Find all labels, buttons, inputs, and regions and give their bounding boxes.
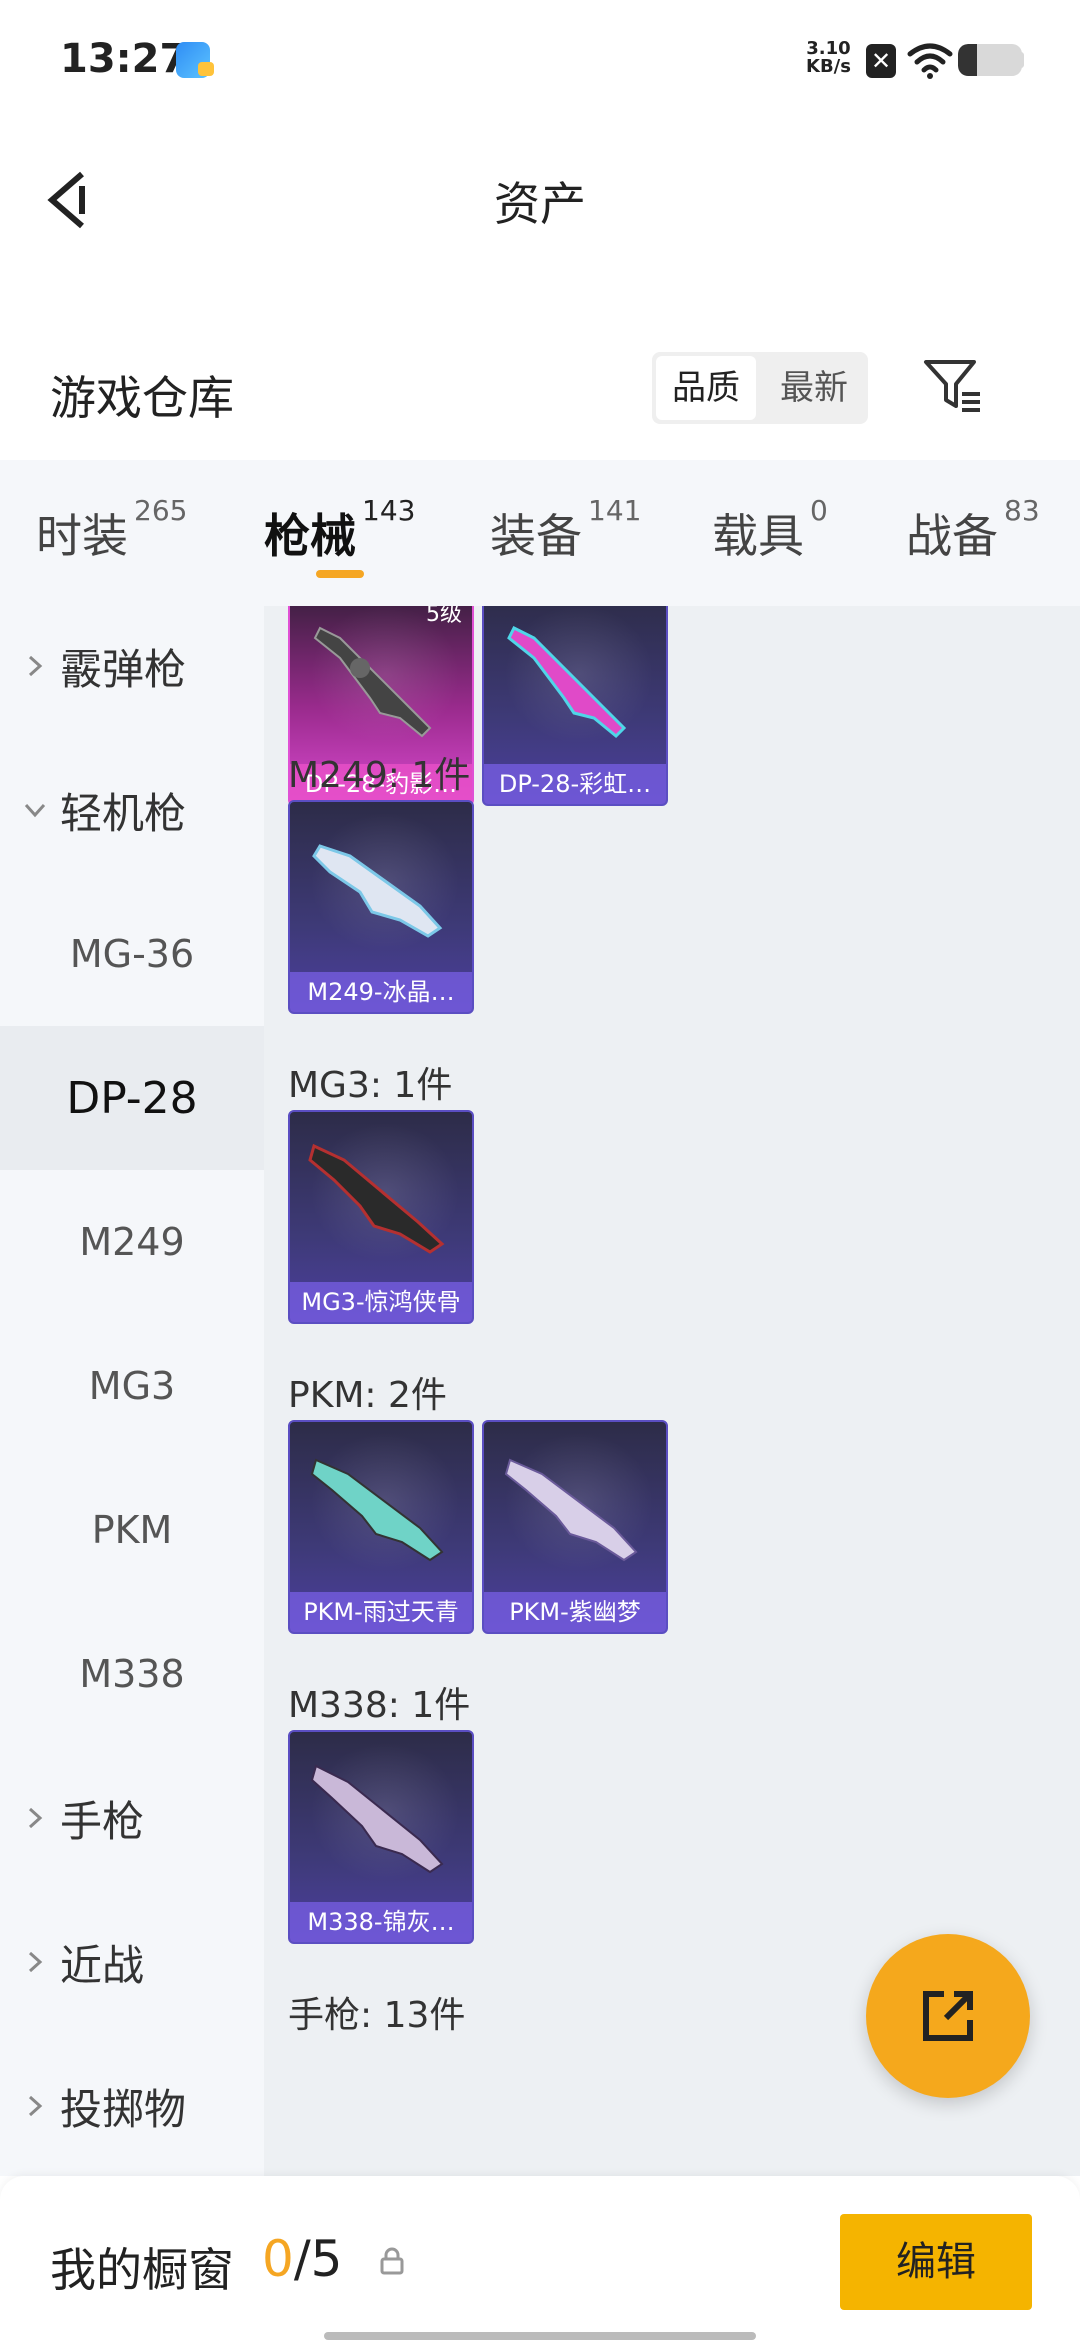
chevron-right-icon xyxy=(28,2095,43,2117)
showcase-current: 0 xyxy=(262,2230,294,2288)
showcase-count: 0/5 xyxy=(262,2230,342,2288)
group-label: MG3: 1件 xyxy=(288,1065,453,1106)
weapon-card[interactable]: M338-锦灰… xyxy=(288,1730,474,1944)
home-indicator[interactable] xyxy=(324,2332,756,2340)
sort-quality-button[interactable]: 品质 xyxy=(656,356,756,420)
sidebar-item-label: 近战 xyxy=(60,1940,145,1990)
tab-label: 战备 xyxy=(906,509,998,563)
app-header: 资产 xyxy=(0,120,1080,280)
battery-fill xyxy=(958,44,978,76)
tab-count: 0 xyxy=(810,494,828,527)
sidebar-item-dp28[interactable]: DP-28 xyxy=(0,1026,264,1170)
sidebar-item-label: 轻机枪 xyxy=(60,788,187,838)
tab-vehicles[interactable]: 载具 0 xyxy=(712,494,828,566)
card-name: M249-冰晶… xyxy=(290,972,472,1012)
sidebar-item-lmg[interactable]: 轻机枪 xyxy=(0,738,264,882)
gun-icon xyxy=(310,1458,444,1562)
sidebar-item-label: 手枪 xyxy=(60,1796,145,1846)
showcase-bar: 我的橱窗 0/5 编辑 xyxy=(0,2176,1080,2344)
chevron-right-icon xyxy=(28,1951,43,1973)
warehouse-title: 游戏仓库 xyxy=(50,371,234,425)
card-name: PKM-紫幽梦 xyxy=(484,1592,666,1632)
sidebar-item-melee[interactable]: 近战 xyxy=(0,1890,264,2034)
weapon-card[interactable]: MG3-惊鸿侠骨 xyxy=(288,1110,474,1324)
tab-firearms[interactable]: 枪械 143 xyxy=(264,494,415,566)
no-sim-icon: ✕ xyxy=(866,44,896,78)
card-name: M338-锦灰… xyxy=(290,1902,472,1942)
status-time: 13:27 xyxy=(60,36,188,82)
gun-icon xyxy=(313,626,432,738)
battery-icon xyxy=(958,44,1022,76)
network-speed-unit: KB/s xyxy=(806,56,851,77)
weapon-card[interactable]: M249-冰晶… xyxy=(288,800,474,1014)
chevron-right-icon xyxy=(28,1807,43,1829)
card-level: 5级 xyxy=(426,606,462,627)
group-label: M249: 1件 xyxy=(288,755,471,796)
weapon-card[interactable]: DP-28-彩虹… xyxy=(482,606,668,806)
sidebar-item-label: PKM xyxy=(91,1508,173,1552)
tab-count: 141 xyxy=(588,494,642,527)
gun-icon xyxy=(507,625,627,739)
tab-label: 时装 xyxy=(36,509,128,563)
group-label: M338: 1件 xyxy=(288,1685,471,1726)
sort-toggle: 品质 最新 xyxy=(652,352,868,424)
wifi-icon xyxy=(907,43,953,79)
gun-icon xyxy=(308,1143,445,1254)
gun-icon xyxy=(310,1764,444,1874)
tab-label: 载具 xyxy=(712,509,804,563)
showcase-total: /5 xyxy=(293,2230,343,2288)
share-button[interactable] xyxy=(866,1934,1030,2098)
sidebar-item-pkm[interactable]: PKM xyxy=(0,1458,264,1602)
tab-count: 265 xyxy=(134,494,188,527)
tab-fashion[interactable]: 时装 265 xyxy=(36,494,187,566)
page-title: 资产 xyxy=(494,177,586,231)
gun-icon xyxy=(312,844,443,938)
group-label: 手枪: 13件 xyxy=(288,1995,466,2036)
filter-icon[interactable] xyxy=(920,354,984,418)
sidebar-item-m249[interactable]: M249 xyxy=(0,1170,264,1314)
sidebar-item-label: M249 xyxy=(79,1220,185,1264)
edit-button[interactable]: 编辑 xyxy=(840,2214,1032,2310)
warehouse-header: 游戏仓库 品质 最新 xyxy=(0,340,1080,460)
sidebar-item-throwable[interactable]: 投掷物 xyxy=(0,2034,264,2176)
group-label: PKM: 2件 xyxy=(288,1375,447,1416)
tab-equipment[interactable]: 装备 141 xyxy=(490,494,641,566)
sort-newest-button[interactable]: 最新 xyxy=(760,352,868,424)
lock-icon xyxy=(380,2247,404,2275)
tab-label: 枪械 xyxy=(264,509,356,563)
card-name: MG3-惊鸿侠骨 xyxy=(290,1282,472,1322)
tab-count: 143 xyxy=(362,494,416,527)
sidebar-item-shotgun[interactable]: 霰弹枪 xyxy=(0,606,264,738)
share-icon xyxy=(923,1991,973,2041)
sidebar-item-pistol[interactable]: 手枪 xyxy=(0,1746,264,1890)
weapon-card[interactable]: PKM-紫幽梦 xyxy=(482,1420,668,1634)
chevron-right-icon xyxy=(28,655,43,677)
weapon-card[interactable]: PKM-雨过天青 xyxy=(288,1420,474,1634)
chevron-down-icon xyxy=(24,803,46,818)
card-name: PKM-雨过天青 xyxy=(290,1592,472,1632)
sidebar-item-mg36[interactable]: MG-36 xyxy=(0,882,264,1026)
sidebar-item-label: DP-28 xyxy=(66,1072,198,1124)
network-speed: 3.10 KB/s xyxy=(806,40,851,76)
weapon-sidebar: 霰弹枪 轻机枪 MG-36 DP-28 M249 MG3 PKM M338 手枪… xyxy=(0,606,264,2176)
sidebar-item-m338[interactable]: M338 xyxy=(0,1602,264,1746)
sidebar-item-label: 投掷物 xyxy=(60,2084,187,2134)
sidebar-item-label: 霰弹枪 xyxy=(60,644,187,694)
tab-count: 83 xyxy=(1004,494,1040,527)
showcase-label: 我的橱窗 xyxy=(50,2243,234,2297)
sidebar-item-label: MG-36 xyxy=(69,932,195,976)
category-tabs: 时装 265 枪械 143 装备 141 载具 0 战备 83 xyxy=(0,460,1080,606)
tab-supplies[interactable]: 战备 83 xyxy=(906,494,1040,566)
tab-label: 装备 xyxy=(490,509,582,563)
sidebar-item-label: MG3 xyxy=(88,1364,176,1408)
card-name: DP-28-彩虹… xyxy=(484,764,666,804)
app-notification-icon xyxy=(176,42,214,78)
sidebar-item-label: M338 xyxy=(79,1652,185,1696)
status-bar: 13:27 3.10 KB/s ✕ xyxy=(0,0,1080,120)
sidebar-item-mg3[interactable]: MG3 xyxy=(0,1314,264,1458)
gun-icon xyxy=(504,1458,638,1562)
active-tab-indicator xyxy=(316,570,364,578)
battery-tip xyxy=(1018,52,1024,68)
